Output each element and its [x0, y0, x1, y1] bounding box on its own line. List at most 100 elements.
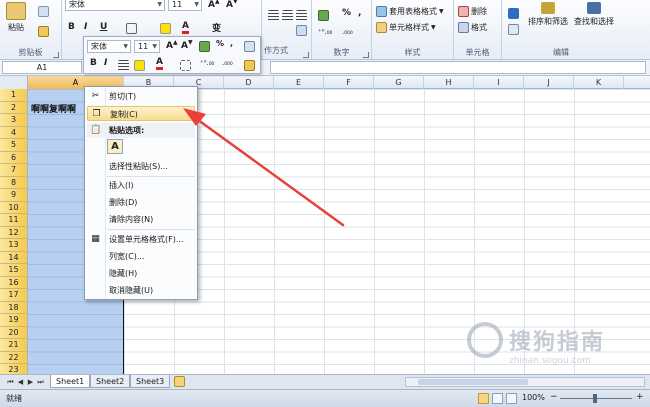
- clear-icon[interactable]: [508, 24, 519, 35]
- paste-button[interactable]: 粘贴: [6, 2, 26, 33]
- mini-fill-color-icon[interactable]: [134, 60, 145, 71]
- last-sheet-icon[interactable]: ⏭: [36, 377, 45, 387]
- delete-cells-button[interactable]: 删除: [458, 6, 487, 17]
- paste-values-button[interactable]: A: [107, 139, 123, 154]
- scrollbar-thumb[interactable]: [418, 379, 528, 385]
- prev-sheet-icon[interactable]: ◀: [16, 377, 25, 387]
- column-header-h[interactable]: H: [424, 76, 474, 89]
- horizontal-scrollbar[interactable]: [405, 377, 645, 387]
- next-sheet-icon[interactable]: ▶: [26, 377, 35, 387]
- mini-accounting-icon[interactable]: [199, 41, 210, 52]
- font-color-icon[interactable]: A: [182, 21, 189, 34]
- row-header-15[interactable]: 15: [0, 264, 28, 277]
- sheet-tab-2[interactable]: Sheet2: [90, 375, 131, 388]
- bold-button[interactable]: B: [68, 22, 75, 32]
- row-header-5[interactable]: 5: [0, 139, 28, 152]
- mini-increase-decimal-icon[interactable]: ⁺⁰.₀₀: [200, 59, 214, 67]
- clipboard-launcher-icon[interactable]: [53, 52, 59, 58]
- menu-item-delete[interactable]: 删除(D): [87, 195, 195, 210]
- zoom-out-button[interactable]: −: [550, 392, 558, 402]
- underline-button[interactable]: U: [100, 22, 107, 32]
- column-header-k[interactable]: K: [574, 76, 624, 89]
- row-header-13[interactable]: 13: [0, 239, 28, 252]
- mini-font-name-combo[interactable]: 宋体 ▼: [87, 40, 131, 53]
- fill-color-icon[interactable]: [160, 23, 171, 34]
- align-center-icon[interactable]: [282, 10, 293, 21]
- row-header-7[interactable]: 7: [0, 164, 28, 177]
- sheet-tab-3[interactable]: Sheet3: [130, 375, 171, 388]
- row-header-11[interactable]: 11: [0, 214, 28, 227]
- normal-view-icon[interactable]: [478, 393, 489, 404]
- decrease-decimal-icon[interactable]: .₀₀₀: [342, 28, 353, 36]
- row-header-16[interactable]: 16: [0, 276, 28, 289]
- mini-comma-icon[interactable]: ,: [230, 39, 233, 48]
- align-left-icon[interactable]: [268, 10, 279, 21]
- row-header-18[interactable]: 18: [0, 301, 28, 314]
- mini-decrease-decimal-icon[interactable]: .₀₀₀: [222, 59, 233, 67]
- format-as-table-button[interactable]: 套用表格格式 ▼: [376, 6, 444, 17]
- phonetic-button[interactable]: 变: [212, 21, 221, 34]
- format-cells-button[interactable]: 格式: [458, 22, 487, 33]
- mini-grow-font-icon[interactable]: A▲: [166, 39, 178, 51]
- row-header-12[interactable]: 12: [0, 226, 28, 239]
- sort-filter-button[interactable]: 排序和筛选: [528, 2, 568, 27]
- align-right-icon[interactable]: [296, 10, 307, 21]
- row-header-6[interactable]: 6: [0, 151, 28, 164]
- number-launcher-icon[interactable]: [363, 52, 369, 58]
- insert-sheet-icon[interactable]: [174, 376, 185, 387]
- mini-shrink-font-icon[interactable]: A▼: [181, 39, 193, 51]
- mini-painter-icon[interactable]: [244, 60, 255, 71]
- percent-button[interactable]: %: [342, 8, 351, 18]
- mini-font-color-icon[interactable]: A: [156, 57, 163, 70]
- column-header-g[interactable]: G: [374, 76, 424, 89]
- menu-item-column-width[interactable]: 列宽(C)...: [87, 249, 195, 264]
- menu-item-clear[interactable]: 清除内容(N): [87, 212, 195, 227]
- first-sheet-icon[interactable]: ⏮: [6, 377, 15, 387]
- zoom-slider-thumb[interactable]: [593, 394, 597, 403]
- row-header-1[interactable]: 1: [0, 89, 28, 102]
- row-header-2[interactable]: 2: [0, 101, 28, 114]
- column-header-e[interactable]: E: [274, 76, 324, 89]
- mini-border-icon[interactable]: [180, 60, 191, 71]
- mini-format-painter-icon[interactable]: [244, 41, 255, 52]
- row-header-20[interactable]: 20: [0, 326, 28, 339]
- shrink-font-icon[interactable]: A▼: [226, 0, 238, 10]
- cell-a2[interactable]: 啊啊复啊啊: [31, 102, 76, 115]
- row-header-4[interactable]: 4: [0, 126, 28, 139]
- column-header-d[interactable]: D: [224, 76, 274, 89]
- row-header-10[interactable]: 10: [0, 201, 28, 214]
- grow-font-icon[interactable]: A▲: [208, 0, 220, 10]
- accounting-format-icon[interactable]: [318, 10, 329, 21]
- row-header-17[interactable]: 17: [0, 289, 28, 302]
- row-header-19[interactable]: 19: [0, 314, 28, 327]
- comma-button[interactable]: ,: [358, 8, 361, 18]
- mini-font-size-combo[interactable]: 11 ▼: [134, 40, 160, 53]
- column-header-f[interactable]: F: [324, 76, 374, 89]
- row-header-23[interactable]: 23: [0, 364, 28, 374]
- menu-item-insert[interactable]: 插入(I): [87, 178, 195, 193]
- column-header-i[interactable]: I: [474, 76, 524, 89]
- menu-item-format-cells[interactable]: ▦ 设置单元格格式(F)...: [87, 232, 195, 247]
- menu-item-unhide[interactable]: 取消隐藏(U): [87, 283, 195, 298]
- name-box[interactable]: A1: [2, 61, 82, 74]
- cell-styles-button[interactable]: 单元格样式 ▼: [376, 22, 436, 33]
- find-select-button[interactable]: 查找和选择: [574, 2, 614, 27]
- row-header-3[interactable]: 3: [0, 114, 28, 127]
- font-name-combo[interactable]: 宋体 ▼: [65, 0, 165, 11]
- italic-button[interactable]: I: [84, 22, 87, 32]
- row-header-9[interactable]: 9: [0, 189, 28, 202]
- menu-item-copy[interactable]: ❐ 复制(C): [87, 106, 195, 121]
- format-painter-icon[interactable]: [38, 26, 49, 37]
- row-header-8[interactable]: 8: [0, 176, 28, 189]
- mini-bold-button[interactable]: B: [90, 58, 97, 68]
- merge-center-icon[interactable]: [296, 25, 307, 36]
- autosum-icon[interactable]: [508, 8, 519, 19]
- zoom-in-button[interactable]: +: [636, 392, 644, 402]
- row-header-22[interactable]: 22: [0, 351, 28, 364]
- mini-percent-icon[interactable]: %: [216, 39, 224, 48]
- row-header-14[interactable]: 14: [0, 251, 28, 264]
- menu-item-hide[interactable]: 隐藏(H): [87, 266, 195, 281]
- select-all-corner[interactable]: [0, 76, 28, 89]
- row-header-21[interactable]: 21: [0, 339, 28, 352]
- menu-item-cut[interactable]: ✂ 剪切(T): [87, 89, 195, 104]
